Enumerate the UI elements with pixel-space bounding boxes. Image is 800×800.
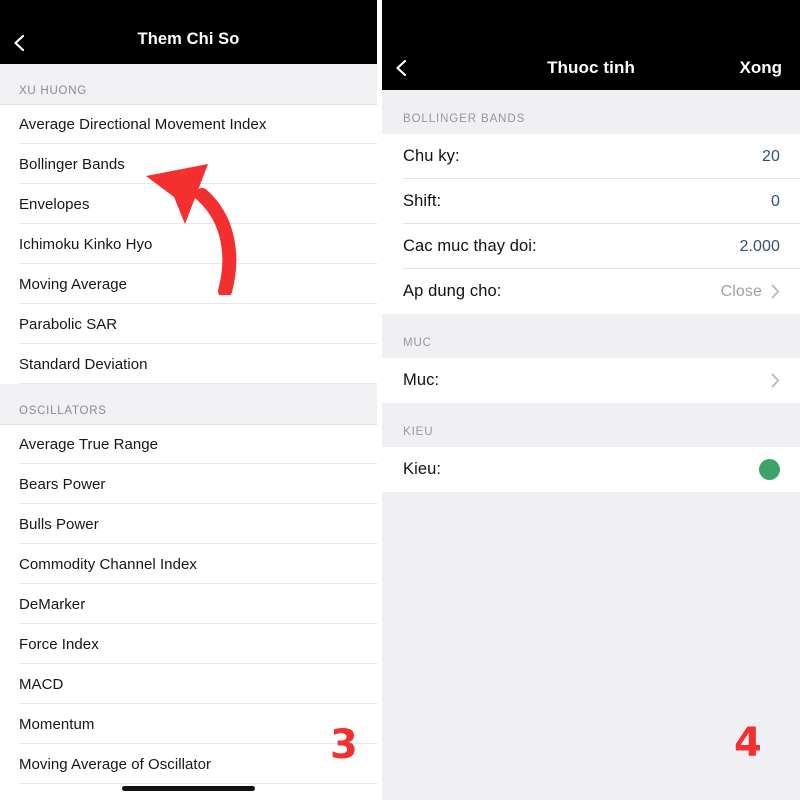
row-shift[interactable]: Shift: 0 — [382, 179, 800, 224]
list-item[interactable]: Moving Average — [0, 264, 377, 304]
row-label: Ap dung cho: — [403, 282, 502, 300]
section-group-kieu: Kieu: — [382, 447, 800, 492]
step-number-3: 3 — [330, 722, 358, 768]
list-item[interactable]: Average True Range — [0, 424, 377, 464]
row-value: 0 — [771, 192, 780, 210]
row-muc[interactable]: Muc: — [382, 358, 800, 403]
row-accessory-group — [759, 459, 780, 480]
left-screen: Them Chi So XU HUONG Average Directional… — [0, 0, 377, 800]
row-value: 2.000 — [739, 237, 780, 255]
home-indicator — [122, 786, 255, 791]
list-item[interactable]: Envelopes — [0, 184, 377, 224]
section-group-bollinger-bands: Chu ky: 20 Shift: 0 Cac muc thay doi: 2.… — [382, 134, 800, 314]
row-value: 20 — [762, 147, 780, 165]
right-nav-title: Thuoc tinh — [547, 58, 635, 77]
list-item[interactable]: Moving Average of Oscillator — [0, 744, 377, 784]
done-button[interactable]: Xong — [740, 58, 783, 78]
row-cac-muc-thay-doi[interactable]: Cac muc thay doi: 2.000 — [382, 224, 800, 269]
list-item[interactable]: Bulls Power — [0, 504, 377, 544]
row-chu-ky[interactable]: Chu ky: 20 — [382, 134, 800, 179]
row-ap-dung-cho[interactable]: Ap dung cho: Close — [382, 269, 800, 314]
section-header-bollinger-bands: BOLLINGER BANDS — [382, 90, 800, 134]
list-item[interactable]: DeMarker — [0, 584, 377, 624]
left-nav-title: Them Chi So — [137, 30, 240, 48]
chevron-right-icon — [771, 284, 780, 299]
row-label: Shift: — [403, 192, 442, 210]
list-item[interactable]: Commodity Channel Index — [0, 544, 377, 584]
list-item[interactable]: MACD — [0, 664, 377, 704]
row-label: Chu ky: — [403, 147, 460, 165]
list-item[interactable]: Momentum — [0, 704, 377, 744]
list-item[interactable]: Bollinger Bands — [0, 144, 377, 184]
left-nav-bar: Them Chi So — [0, 0, 377, 64]
list-item[interactable]: Standard Deviation — [0, 344, 377, 384]
chevron-right-icon — [771, 373, 780, 388]
step-number-4: 4 — [734, 720, 762, 766]
row-value: Close — [720, 282, 762, 300]
indicator-list[interactable]: XU HUONG Average Directional Movement In… — [0, 64, 377, 800]
row-label: Kieu: — [403, 460, 442, 478]
right-nav-bar: Thuoc tinh Xong — [382, 0, 800, 90]
section-header-xu-huong: XU HUONG — [0, 64, 377, 104]
list-item[interactable]: Bears Power — [0, 464, 377, 504]
section-group-muc: Muc: — [382, 358, 800, 403]
row-label: Muc: — [403, 371, 440, 389]
row-accessory-group — [771, 373, 780, 388]
color-swatch-green-icon[interactable] — [759, 459, 780, 480]
section-header-muc: MUC — [382, 314, 800, 358]
list-item[interactable]: Parabolic SAR — [0, 304, 377, 344]
properties-form: BOLLINGER BANDS Chu ky: 20 Shift: 0 Cac … — [382, 90, 800, 800]
section-header-kieu: KIEU — [382, 403, 800, 447]
list-item[interactable]: Force Index — [0, 624, 377, 664]
right-screen: Thuoc tinh Xong BOLLINGER BANDS Chu ky: … — [382, 0, 800, 800]
list-item[interactable]: Average Directional Movement Index — [0, 104, 377, 144]
row-label: Cac muc thay doi: — [403, 237, 537, 255]
section-header-oscillators: OSCILLATORS — [0, 384, 377, 424]
row-kieu[interactable]: Kieu: — [382, 447, 800, 492]
screenshot-root: Them Chi So XU HUONG Average Directional… — [0, 0, 800, 800]
row-accessory-group: Close — [721, 283, 780, 301]
list-item[interactable]: Ichimoku Kinko Hyo — [0, 224, 377, 264]
